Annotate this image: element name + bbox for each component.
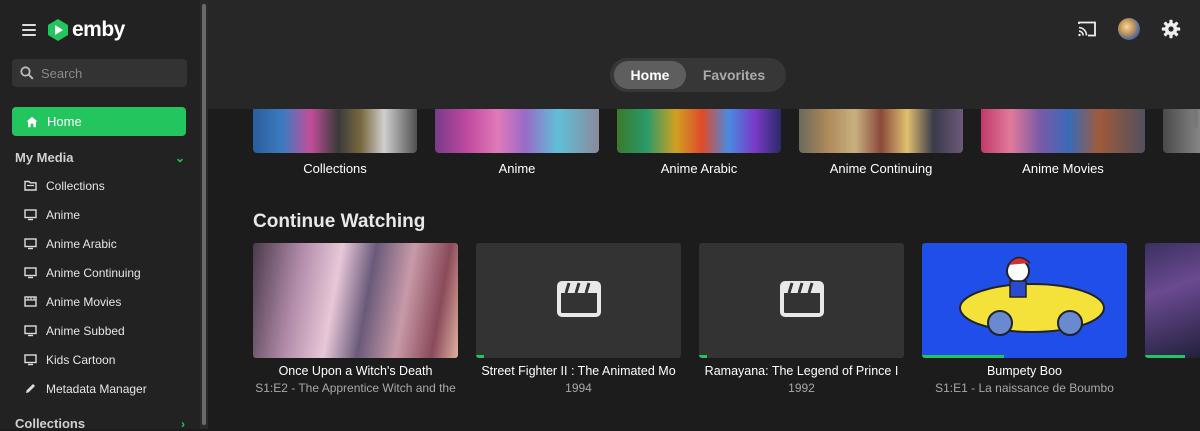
- sidebar-item-label: Home: [47, 114, 82, 129]
- episode-thumbnail: [922, 243, 1127, 358]
- card-title: Once Upon a Witch's Death: [278, 364, 433, 378]
- progress-bar: [922, 355, 1004, 358]
- library-row: Collections Anime Anime Arabic Anime Con…: [253, 108, 1200, 188]
- library-thumbnail: [253, 108, 417, 153]
- sidebar: emby Home My Media ⌄ Collections Anime A…: [0, 0, 200, 431]
- search-box[interactable]: [12, 59, 187, 87]
- sidebar-item-label: Anime Continuing: [46, 265, 141, 280]
- sidebar-item-label: Anime: [46, 207, 81, 222]
- gear-icon[interactable]: [1160, 18, 1182, 40]
- sidebar-item-label: Collections: [46, 178, 105, 193]
- hamburger-menu-icon[interactable]: [22, 24, 36, 36]
- continue-watching-title: Continue Watching: [253, 211, 426, 232]
- continue-watching-card[interactable]: Once Upon a Witch's Death S1:E2 - The Ap…: [253, 243, 458, 395]
- sidebar-item-label: Anime Subbed: [46, 323, 125, 338]
- chevron-right-icon[interactable]: ›: [181, 417, 185, 431]
- library-thumbnail: [981, 108, 1145, 153]
- sidebar-item-label: Anime Movies: [46, 294, 122, 309]
- top-bar: Home Favorites: [208, 0, 1200, 109]
- cartoon-car-image: [959, 256, 1105, 336]
- continue-watching-card[interactable]: Street Fighter II : The Animated Mo 1994: [476, 243, 681, 395]
- sidebar-item-label: Metadata Manager: [46, 381, 147, 396]
- library-card-anime-continuing[interactable]: Anime Continuing: [799, 108, 963, 176]
- library-thumbnail: [617, 108, 781, 153]
- main-content: Collections Anime Anime Arabic Anime Con…: [208, 0, 1200, 429]
- home-icon: [26, 116, 38, 127]
- cast-icon[interactable]: [1076, 18, 1098, 40]
- home-tabs: Home Favorites: [610, 58, 786, 92]
- library-card-anime-movies[interactable]: Anime Movies: [981, 108, 1145, 176]
- sidebar-item-anime-subbed[interactable]: Anime Subbed: [24, 316, 147, 345]
- library-card-anime-arabic[interactable]: Anime Arabic: [617, 108, 781, 176]
- sidebar-item-collections[interactable]: Collections: [24, 171, 147, 200]
- section-title: My Media: [15, 150, 74, 165]
- library-thumbnail: [435, 108, 599, 153]
- sidebar-item-home[interactable]: Home: [12, 107, 186, 136]
- sidebar-item-anime-arabic[interactable]: Anime Arabic: [24, 229, 147, 258]
- library-card-collections[interactable]: Collections: [253, 108, 417, 176]
- sidebar-item-anime-movies[interactable]: Anime Movies: [24, 287, 147, 316]
- brand: emby: [22, 18, 125, 42]
- header-actions: [1076, 18, 1182, 40]
- monitor-icon: [24, 267, 37, 279]
- episode-thumbnail: [476, 243, 681, 358]
- my-media-list: Collections Anime Anime Arabic Anime Con…: [24, 171, 147, 403]
- continue-watching-row: Once Upon a Witch's Death S1:E2 - The Ap…: [253, 243, 1200, 403]
- pencil-icon: [26, 384, 35, 393]
- card-subtitle: 1994: [565, 381, 592, 395]
- tab-home[interactable]: Home: [614, 61, 686, 89]
- sidebar-item-label: Kids Cartoon: [46, 352, 116, 367]
- progress-bar: [699, 355, 708, 358]
- card-title: Ramayana: The Legend of Prince I: [704, 364, 899, 378]
- monitor-icon: [24, 354, 37, 366]
- continue-watching-card[interactable]: Bumpety Boo S1:E1 - La naissance de Boum…: [922, 243, 1127, 395]
- library-label: Collections: [303, 161, 367, 176]
- continue-watching-card[interactable]: Ramayana: The Legend of Prince I 1992: [699, 243, 904, 395]
- emby-logo-icon: [48, 19, 68, 41]
- search-icon: [20, 66, 34, 80]
- tab-favorites[interactable]: Favorites: [686, 61, 782, 89]
- sidebar-item-label: Anime Arabic: [46, 236, 117, 251]
- card-subtitle: S1:E1 - La naissance de Boumbo: [935, 381, 1114, 395]
- monitor-icon: [24, 209, 37, 221]
- film-icon: [24, 296, 37, 307]
- card-title: Bumpety Boo: [986, 364, 1063, 378]
- card-subtitle: S1:E2 - The Apprentice Witch and the: [255, 381, 456, 395]
- avatar: [1118, 18, 1140, 40]
- user-avatar[interactable]: [1118, 18, 1140, 40]
- monitor-icon: [24, 325, 37, 337]
- library-thumbnail: [799, 108, 963, 153]
- library-label: Anime: [498, 161, 536, 176]
- brand-name: emby: [72, 18, 125, 41]
- card-subtitle: 1992: [788, 381, 815, 395]
- sidebar-item-kids-cartoon[interactable]: Kids Cartoon: [24, 345, 147, 374]
- library-label: Anime Continuing: [829, 161, 933, 176]
- search-input[interactable]: [41, 65, 181, 81]
- chevron-down-icon[interactable]: ⌄: [175, 151, 185, 165]
- monitor-icon: [24, 238, 37, 250]
- folder-icon: [24, 180, 37, 191]
- progress-bar: [476, 355, 485, 358]
- sidebar-item-anime-continuing[interactable]: Anime Continuing: [24, 258, 147, 287]
- sidebar-item-metadata-manager[interactable]: Metadata Manager: [24, 374, 147, 403]
- sidebar-scrollbar[interactable]: [200, 0, 208, 429]
- library-label: Anime Arabic: [660, 161, 738, 176]
- sidebar-item-anime[interactable]: Anime: [24, 200, 147, 229]
- progress-bar: [1145, 355, 1185, 358]
- library-label: Anime Movies: [1022, 161, 1104, 176]
- section-my-media[interactable]: My Media ⌄: [15, 150, 185, 165]
- film-placeholder-icon: [780, 281, 824, 317]
- episode-thumbnail: [699, 243, 904, 358]
- episode-thumbnail: [253, 243, 458, 358]
- library-card-anime[interactable]: Anime: [435, 108, 599, 176]
- card-title: Street Fighter II : The Animated Mo: [481, 364, 676, 378]
- film-placeholder-icon: [557, 281, 601, 317]
